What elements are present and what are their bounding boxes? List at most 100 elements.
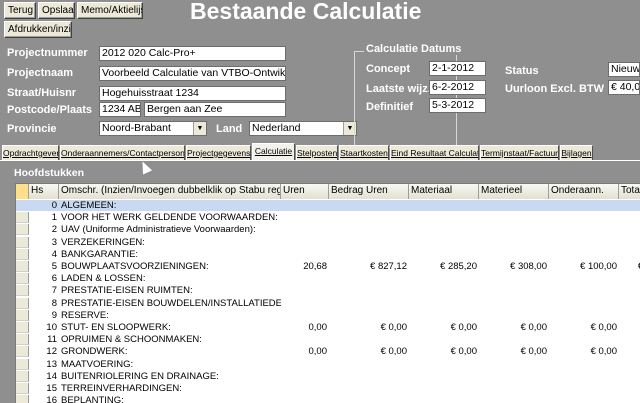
cell-onderaann[interactable] xyxy=(549,249,617,260)
cell-bedrag[interactable] xyxy=(329,371,407,382)
table-row[interactable]: 3 VERZEKERINGEN: xyxy=(16,237,640,248)
cell-omschr[interactable]: LADEN & LOSSEN: xyxy=(61,273,281,284)
cell-materieel[interactable]: € 308,00 xyxy=(479,261,547,272)
memo-button[interactable]: Memo/Aktielijst xyxy=(77,2,143,19)
cell-materieel[interactable] xyxy=(479,359,547,370)
tab-stelposten[interactable]: Stelposten xyxy=(296,145,338,160)
col-header-totaal[interactable]: Totaal xyxy=(619,184,640,199)
cell-bedrag[interactable] xyxy=(329,359,407,370)
cell-materiaal[interactable] xyxy=(409,395,477,403)
cell-materieel[interactable] xyxy=(479,200,547,211)
cell-omschr[interactable]: PRESTATIE-EISEN RUIMTEN: xyxy=(61,285,281,296)
cell-totaal[interactable] xyxy=(619,298,640,309)
cell-uren[interactable]: 20,68 xyxy=(281,261,327,272)
table-row[interactable]: 15 TERREINVERHARDINGEN: xyxy=(16,383,640,394)
cell-omschr[interactable]: RESERVE: xyxy=(61,310,281,321)
tab-eind-resultaat[interactable]: Eind Resultaat Calculatie xyxy=(390,145,479,160)
cell-omschr[interactable]: BANKGARANTIE: xyxy=(61,249,281,260)
cell-onderaann[interactable] xyxy=(549,359,617,370)
land-select[interactable]: Nederland ▼ xyxy=(249,121,357,136)
table-row[interactable]: 7 PRESTATIE-EISEN RUIMTEN: xyxy=(16,285,640,296)
cell-hs[interactable]: 7 xyxy=(29,285,57,296)
cell-uren[interactable] xyxy=(281,359,327,370)
cell-bedrag[interactable] xyxy=(329,237,407,248)
cell-totaal[interactable] xyxy=(619,310,640,321)
table-row[interactable]: 12 GRONDWERK: 0,00 € 0,00 € 0,00 € 0,00 € 0,00… xyxy=(16,346,640,357)
cell-totaal[interactable] xyxy=(619,395,640,403)
cell-materieel[interactable]: € 0,00 xyxy=(479,346,547,357)
cell-materiaal[interactable]: € 285,20 xyxy=(409,261,477,272)
cell-materiaal[interactable] xyxy=(409,298,477,309)
cell-materiaal[interactable] xyxy=(409,224,477,235)
cell-materieel[interactable] xyxy=(479,224,547,235)
table-row[interactable]: 4 BANKGARANTIE: xyxy=(16,249,640,260)
cell-totaal[interactable] xyxy=(619,334,640,345)
cell-bedrag[interactable] xyxy=(329,383,407,394)
cell-totaal[interactable] xyxy=(619,212,640,223)
definitief-date-field[interactable]: 5-3-2012 xyxy=(429,98,486,113)
cell-omschr[interactable]: VERZEKERINGEN: xyxy=(61,237,281,248)
cell-onderaann[interactable] xyxy=(549,310,617,321)
cell-hs[interactable]: 2 xyxy=(29,224,57,235)
cell-uren[interactable] xyxy=(281,285,327,296)
status-field[interactable]: Nieuw xyxy=(608,62,640,77)
back-button[interactable]: Terug xyxy=(4,2,36,19)
cell-totaal[interactable] xyxy=(619,285,640,296)
uurloon-field[interactable]: € 40,00 xyxy=(608,80,640,95)
cell-omschr[interactable]: GRONDWERK: xyxy=(61,346,281,357)
cell-omschr[interactable]: ALGEMEEN: xyxy=(61,200,281,211)
cell-materieel[interactable] xyxy=(479,212,547,223)
cell-onderaann[interactable] xyxy=(549,395,617,403)
cell-totaal[interactable] xyxy=(619,383,640,394)
cell-onderaann[interactable]: € 100,00 xyxy=(549,261,617,272)
table-row[interactable]: 10 STUT- EN SLOOPWERK: 0,00 € 0,00 € 0,00 € 0… xyxy=(16,322,640,333)
cell-hs[interactable]: 8 xyxy=(29,298,57,309)
cell-uren[interactable] xyxy=(281,200,327,211)
cell-materiaal[interactable] xyxy=(409,310,477,321)
cell-hs[interactable]: 15 xyxy=(29,383,57,394)
chevron-down-icon[interactable]: ▼ xyxy=(193,122,206,135)
table-row[interactable]: 5 BOUWPLAATSVOORZIENINGEN: 20,68 € 827,12 € … xyxy=(16,261,640,272)
cell-materieel[interactable] xyxy=(479,285,547,296)
cell-onderaann[interactable] xyxy=(549,237,617,248)
table-row[interactable]: 1 VOOR HET WERK GELDENDE VOORWAARDEN: xyxy=(16,212,640,223)
tab-calculatie[interactable]: Calculatie xyxy=(252,143,295,161)
cell-bedrag[interactable] xyxy=(329,395,407,403)
cell-uren[interactable] xyxy=(281,298,327,309)
cell-bedrag[interactable] xyxy=(329,273,407,284)
cell-onderaann[interactable] xyxy=(549,212,617,223)
print-button[interactable]: Afdrukken/inzien xyxy=(4,21,72,38)
cell-materieel[interactable] xyxy=(479,395,547,403)
col-header-hs[interactable]: Hs xyxy=(29,184,59,199)
cell-uren[interactable] xyxy=(281,371,327,382)
col-header-materieel[interactable]: Materieel xyxy=(479,184,549,199)
cell-totaal[interactable] xyxy=(619,237,640,248)
cell-uren[interactable] xyxy=(281,383,327,394)
cell-onderaann[interactable]: € 0,00 xyxy=(549,322,617,333)
cell-uren[interactable]: 0,00 xyxy=(281,346,328,357)
cell-hs[interactable]: 9 xyxy=(29,310,57,321)
cell-uren[interactable] xyxy=(281,249,327,260)
cell-omschr[interactable]: OPRUIMEN & SCHOONMAKEN: xyxy=(61,334,281,345)
cell-bedrag[interactable] xyxy=(329,298,407,309)
cell-bedrag[interactable] xyxy=(329,334,407,345)
cell-materiaal[interactable] xyxy=(409,237,477,248)
cell-materiaal[interactable] xyxy=(409,212,477,223)
cell-hs[interactable]: 4 xyxy=(29,249,57,260)
cell-omschr[interactable]: VOOR HET WERK GELDENDE VOORWAARDEN: xyxy=(61,212,281,223)
table-row[interactable]: 0 ALGEMEEN: xyxy=(16,200,640,211)
cell-uren[interactable] xyxy=(281,395,327,403)
cell-hs[interactable]: 10 xyxy=(29,322,57,333)
cell-hs[interactable]: 11 xyxy=(29,334,57,345)
tab-onderaannemers[interactable]: Onderaannemers/Contactpersonen xyxy=(60,145,185,160)
cell-hs[interactable]: 6 xyxy=(29,273,57,284)
hoofdstukken-grid[interactable]: Hs Omschr. (Inzien/Invoegen dubbelklik o… xyxy=(15,183,640,403)
cell-onderaann[interactable] xyxy=(549,285,617,296)
cell-materieel[interactable] xyxy=(479,334,547,345)
cell-omschr[interactable]: MAATVOERING: xyxy=(61,359,281,370)
cell-onderaann[interactable] xyxy=(549,273,617,284)
tab-staartkosten[interactable]: Staartkosten xyxy=(339,145,389,160)
cell-bedrag[interactable] xyxy=(329,310,407,321)
cell-materieel[interactable]: € 0,00 xyxy=(479,322,547,333)
col-header-onderaann[interactable]: Onderaann. xyxy=(549,184,619,199)
